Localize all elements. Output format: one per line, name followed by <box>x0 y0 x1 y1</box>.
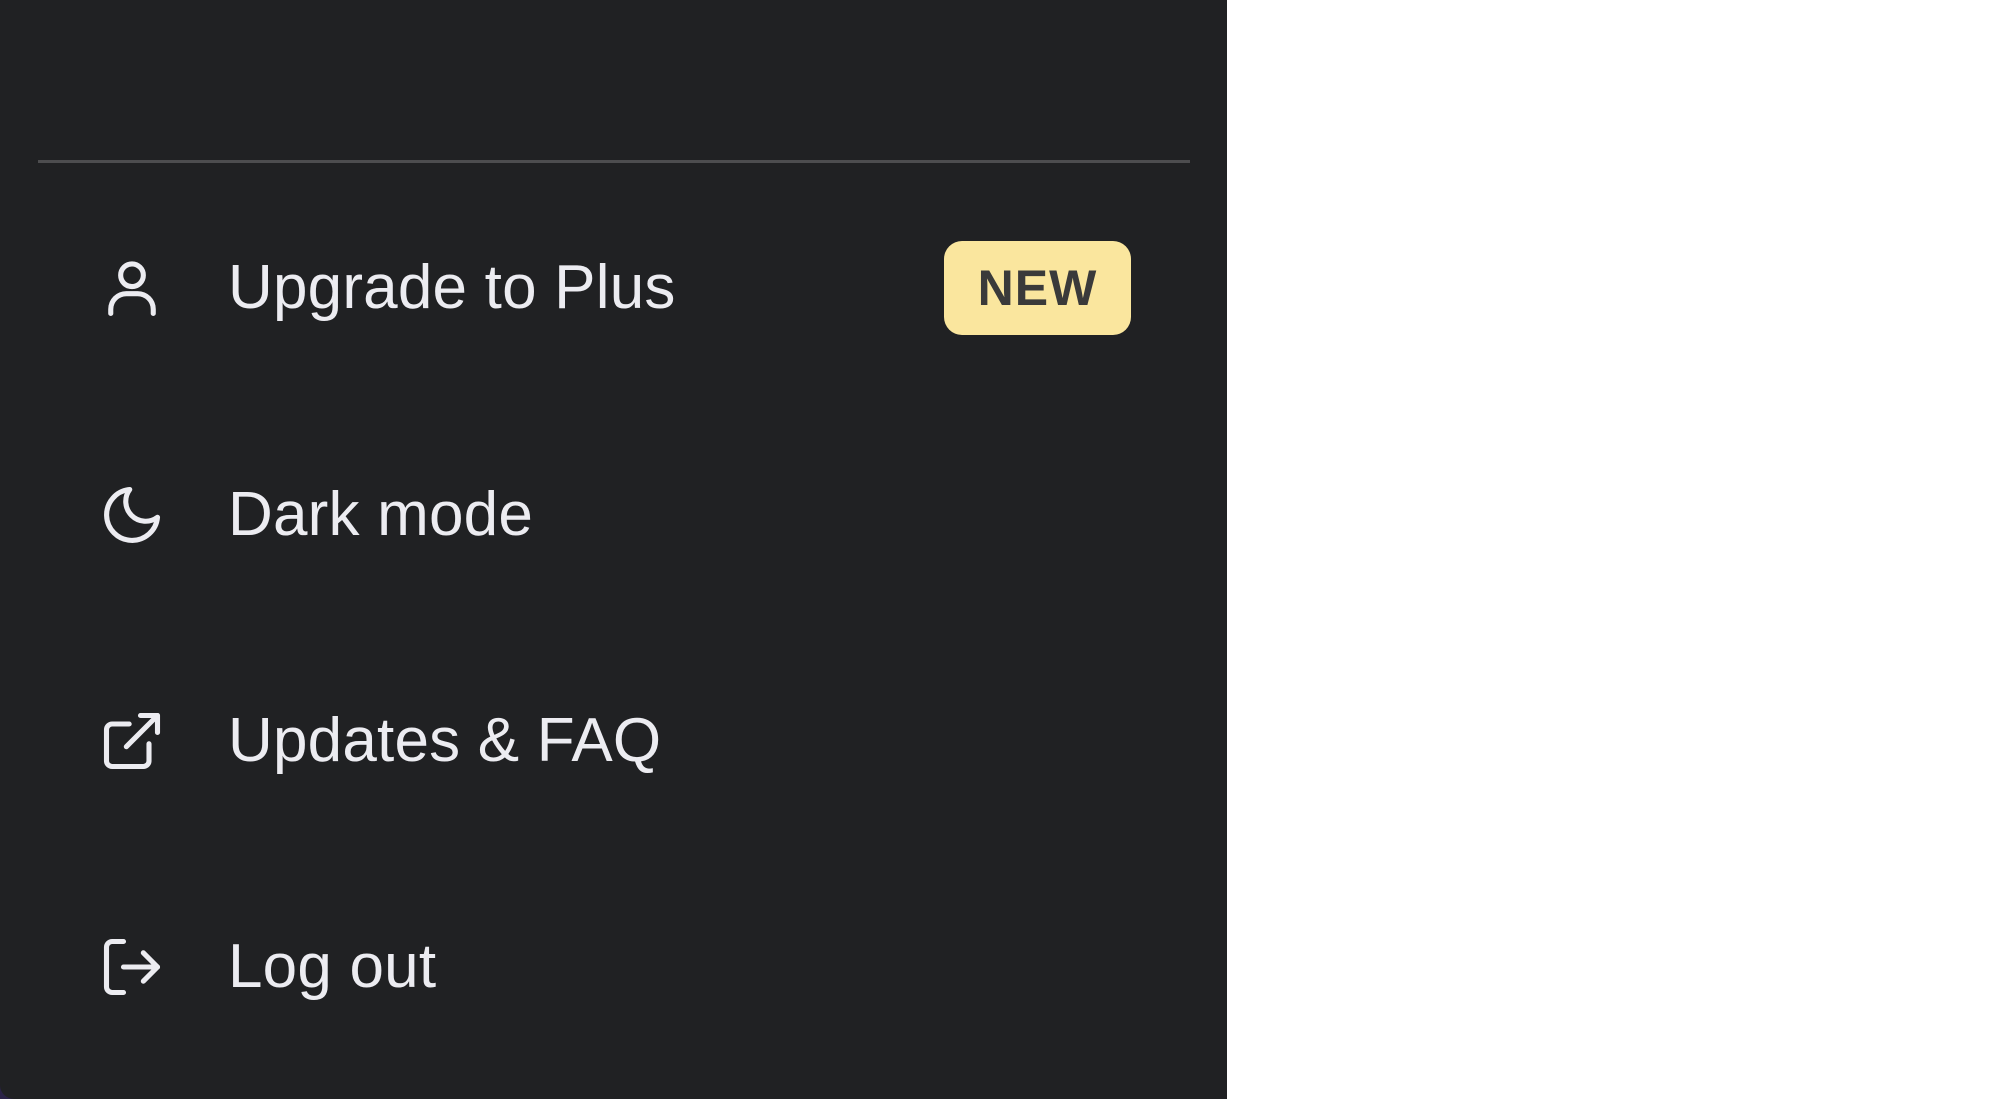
menu-item-updates-faq[interactable]: Updates & FAQ <box>0 661 1227 821</box>
menu-divider <box>38 160 1190 163</box>
logout-icon <box>98 933 166 1001</box>
new-badge: NEW <box>944 241 1131 335</box>
screen: Upgrade to Plus NEW Dark mode Updates & … <box>0 0 2000 1099</box>
menu-item-dark-mode[interactable]: Dark mode <box>0 435 1227 595</box>
user-icon <box>98 254 166 322</box>
external-link-icon <box>98 707 166 775</box>
menu-item-log-out[interactable]: Log out <box>0 887 1227 1047</box>
menu-item-label: Log out <box>228 932 437 1001</box>
menu-item-label: Upgrade to Plus <box>228 253 676 322</box>
moon-icon <box>98 481 166 549</box>
menu-item-label: Updates & FAQ <box>228 706 662 775</box>
account-menu: Upgrade to Plus NEW Dark mode Updates & … <box>0 0 1227 1099</box>
menu-item-upgrade[interactable]: Upgrade to Plus NEW <box>0 208 1227 368</box>
menu-item-label: Dark mode <box>228 480 534 549</box>
